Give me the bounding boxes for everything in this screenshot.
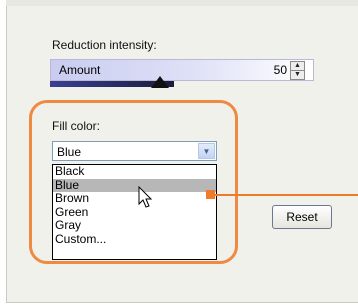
reduction-intensity-label: Reduction intensity: xyxy=(52,38,157,52)
fill-color-option[interactable]: Custom... xyxy=(53,232,216,247)
amount-value: 50 xyxy=(273,63,287,77)
chevron-down-icon[interactable]: ▼ xyxy=(198,143,215,159)
callout-marker-icon xyxy=(206,190,215,199)
spinner-down-icon[interactable]: ▼ xyxy=(291,71,304,79)
amount-spinner[interactable]: ▲ ▼ xyxy=(290,61,305,80)
fill-color-select[interactable]: Blue ▼ xyxy=(52,141,217,161)
amount-slider-label: Amount xyxy=(59,63,101,77)
mouse-pointer-icon xyxy=(138,186,153,208)
slider-thumb-icon[interactable] xyxy=(151,76,169,88)
fill-color-selected-value: Blue xyxy=(57,145,82,159)
fill-color-option[interactable]: Green xyxy=(53,205,216,220)
spinner-up-icon[interactable]: ▲ xyxy=(291,62,304,71)
reset-button[interactable]: Reset xyxy=(272,205,332,229)
fill-color-option[interactable]: Black xyxy=(53,164,216,179)
fill-color-option-highlighted[interactable]: Blue xyxy=(53,178,216,192)
fill-color-dropdown-list: Black Blue Brown Green Gray Custom... xyxy=(52,164,217,260)
fill-color-option[interactable]: Brown xyxy=(53,191,216,206)
callout-leader-line xyxy=(215,194,358,196)
fill-color-label: Fill color: xyxy=(52,119,101,133)
panel-top-edge xyxy=(6,0,358,6)
amount-slider[interactable]: Amount 50 xyxy=(50,59,314,81)
fill-color-option[interactable]: Gray xyxy=(53,218,216,233)
